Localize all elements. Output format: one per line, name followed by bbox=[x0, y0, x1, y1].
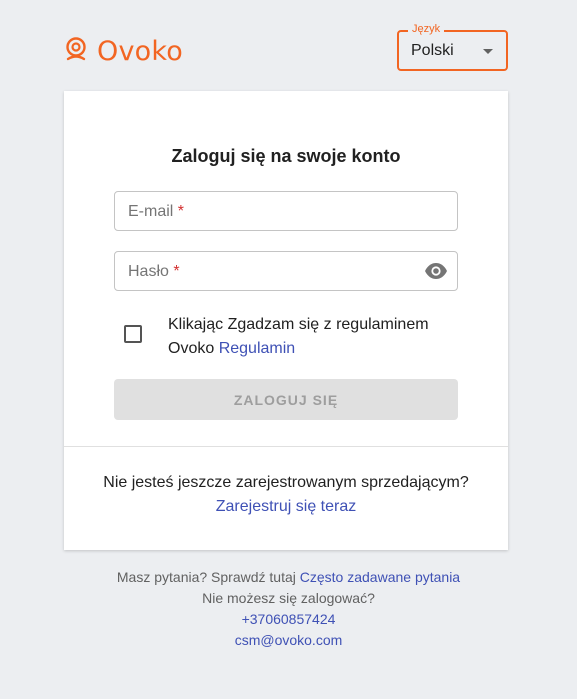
login-button[interactable]: ZALOGUJ SIĘ bbox=[114, 379, 458, 420]
login-card: Zaloguj się na swoje konto E-mail * Hasł… bbox=[64, 91, 508, 550]
phone-link[interactable]: +37060857424 bbox=[242, 611, 336, 627]
password-field[interactable]: Hasło * bbox=[114, 251, 458, 291]
terms-link[interactable]: Regulamin bbox=[219, 340, 295, 357]
cant-login-text: Nie możesz się zalogować? bbox=[202, 590, 375, 606]
email-field[interactable]: E-mail * bbox=[114, 191, 458, 231]
ovoko-logo-icon bbox=[63, 36, 89, 67]
required-mark: * bbox=[173, 263, 180, 280]
register-text: Nie jesteś jeszcze zarejestrowanym sprze… bbox=[103, 474, 469, 491]
password-placeholder: Hasło * bbox=[128, 263, 180, 280]
required-mark: * bbox=[177, 203, 185, 220]
email-placeholder: E-mail * bbox=[128, 203, 185, 220]
logo[interactable]: Ovoko bbox=[63, 36, 183, 67]
terms-text: Klikając Zgadzam się z regulaminem Ovoko… bbox=[168, 316, 429, 357]
footer: Masz pytania? Sprawdź tutaj Często zadaw… bbox=[0, 567, 577, 651]
faq-link[interactable]: Często zadawane pytania bbox=[300, 569, 460, 585]
chevron-down-icon bbox=[483, 49, 493, 54]
eye-icon[interactable] bbox=[424, 262, 448, 280]
register-prompt: Nie jesteś jeszcze zarejestrowanym sprze… bbox=[64, 471, 508, 519]
language-label: Język bbox=[408, 23, 445, 35]
email-link[interactable]: csm@ovoko.com bbox=[235, 632, 343, 648]
logo-text: Ovoko bbox=[97, 36, 183, 67]
language-value: Polski bbox=[411, 42, 454, 59]
terms-checkbox[interactable] bbox=[124, 325, 142, 343]
divider bbox=[64, 446, 508, 447]
questions-text: Masz pytania? Sprawdź tutaj bbox=[116, 569, 296, 585]
login-title: Zaloguj się na swoje konto bbox=[171, 146, 401, 166]
terms-row: Klikając Zgadzam się z regulaminem Ovoko… bbox=[124, 313, 458, 361]
language-select[interactable]: Język Polski bbox=[397, 23, 508, 71]
register-link[interactable]: Zarejestruj się teraz bbox=[216, 498, 357, 515]
